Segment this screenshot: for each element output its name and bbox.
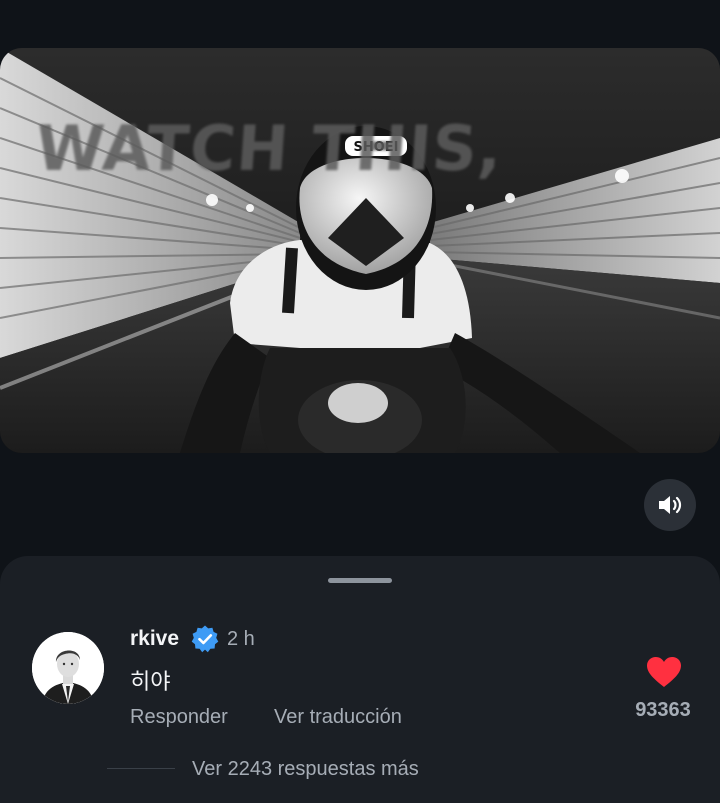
reply-button[interactable]: Responder bbox=[130, 706, 228, 729]
mute-toggle-button[interactable] bbox=[644, 479, 696, 531]
video-player[interactable]: SHOEI WATCH THIS, bbox=[0, 48, 720, 453]
comment-username[interactable]: rkive bbox=[130, 627, 179, 651]
like-count: 93363 bbox=[635, 699, 691, 721]
see-translation-button[interactable]: Ver traducción bbox=[274, 706, 402, 729]
verified-badge-icon bbox=[191, 625, 219, 653]
avatar[interactable] bbox=[32, 632, 104, 704]
comments-sheet: rkive 2 h 히야 Responder Ver traducción 93… bbox=[0, 556, 720, 803]
sheet-drag-handle[interactable] bbox=[328, 578, 392, 583]
profile-photo bbox=[32, 632, 104, 704]
speaker-volume-icon bbox=[659, 496, 682, 514]
video-overlay-caption: WATCH THIS, bbox=[33, 112, 506, 185]
replies-divider bbox=[107, 768, 175, 769]
screen: SHOEI WATCH THIS, rkive 2 h 히야 Responder… bbox=[0, 0, 720, 803]
video-frame: SHOEI bbox=[0, 48, 720, 453]
heart-icon[interactable] bbox=[646, 656, 682, 688]
view-more-replies-button[interactable]: Ver 2243 respuestas más bbox=[192, 758, 419, 781]
comment-text: 히야 bbox=[130, 670, 171, 695]
comment-timestamp: 2 h bbox=[227, 628, 255, 650]
